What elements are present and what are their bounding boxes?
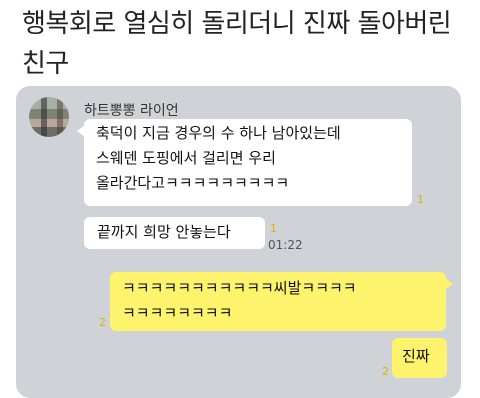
unread-count: 2 <box>99 316 106 329</box>
unread-count: 2 <box>382 365 389 378</box>
unread-count: 1 <box>417 193 424 206</box>
incoming-message-bubble[interactable]: 축덕이 지금 경우의 수 하나 남아있는데 스웨덴 도핑에서 걸리면 우리 올라… <box>77 119 412 206</box>
message-line: ㅋㅋㅋㅋㅋㅋㅋㅋ <box>122 304 233 322</box>
post-title: 행복회로 열심히 돌리더니 진짜 돌아버린 친구 <box>22 9 452 79</box>
sender-name: 하트뽕뽕 라이언 <box>84 103 179 119</box>
message-line: 축덕이 지금 경우의 수 하나 남아있는데 <box>96 124 341 142</box>
outgoing-message-bubble[interactable]: 진짜 <box>392 338 447 378</box>
message-time: 01:22 <box>268 238 303 252</box>
message-line: 올라간다고ㅋㅋㅋㅋㅋㅋㅋㅋㅋ <box>96 174 290 192</box>
chat-screenshot: 하트뽕뽕 라이언 축덕이 지금 경우의 수 하나 남아있는데 스웨덴 도핑에서 … <box>16 86 461 398</box>
message-line: ㅋㅋㅋㅋㅋㅋㅋㅋㅋㅋㅋ씨발ㅋㅋㅋㅋ <box>122 279 357 297</box>
message-line: 진짜 <box>402 347 430 365</box>
message-line: 스웨덴 도핑에서 걸리면 우리 <box>96 149 276 167</box>
avatar[interactable] <box>29 97 69 137</box>
outgoing-message-bubble[interactable]: ㅋㅋㅋㅋㅋㅋㅋㅋㅋㅋㅋ씨발ㅋㅋㅋㅋ ㅋㅋㅋㅋㅋㅋㅋㅋ <box>110 272 453 331</box>
message-line: 끝까지 희망 안놓는다 <box>97 223 231 241</box>
incoming-message-bubble[interactable]: 끝까지 희망 안놓는다 <box>84 217 265 249</box>
unread-count: 1 <box>270 222 277 235</box>
